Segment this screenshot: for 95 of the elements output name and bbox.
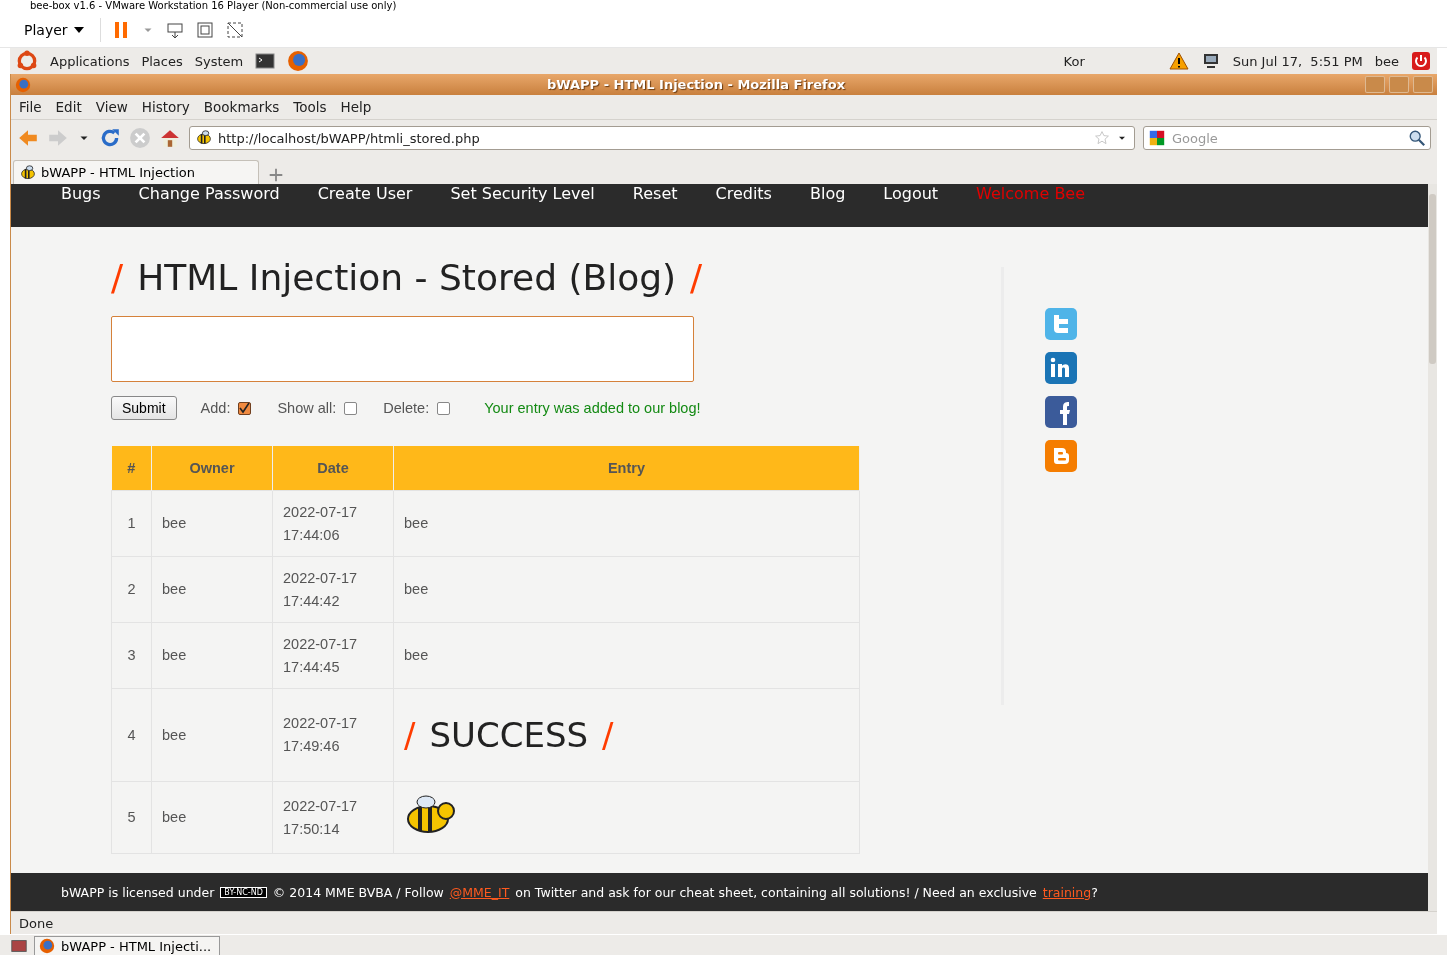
table-cell: bee: [151, 622, 273, 689]
table-cell: bee: [151, 781, 273, 854]
search-icon[interactable]: [1408, 129, 1426, 147]
menu-item[interactable]: File: [19, 99, 42, 115]
table-cell: 2022-07-17 17:44:45: [272, 622, 394, 689]
column-header: Entry: [393, 446, 860, 491]
bee-icon: [20, 164, 36, 181]
browser-window-title: bWAPP - HTML Injection - Mozilla Firefox: [545, 77, 847, 92]
star-icon[interactable]: [1094, 130, 1110, 146]
welcome-text: Welcome Bee: [976, 184, 1086, 203]
table-cell: 5: [111, 781, 152, 854]
firefox-icon: [15, 76, 31, 93]
checkbox[interactable]: [437, 401, 451, 415]
blogger-icon[interactable]: [1044, 439, 1078, 473]
footer-text: ?: [1091, 884, 1098, 900]
option-label: Add:: [200, 400, 231, 416]
terminal-icon[interactable]: [255, 51, 276, 71]
nav-link[interactable]: Bugs: [61, 184, 101, 203]
linkedin-icon[interactable]: [1044, 351, 1078, 385]
player-menu[interactable]: Player: [18, 21, 90, 38]
panel-menu[interactable]: Applications: [50, 53, 130, 69]
footer-text: bWAPP is licensed under: [61, 884, 215, 900]
firefox-icon[interactable]: [287, 50, 310, 72]
keyboard-indicator[interactable]: Kor: [1063, 53, 1085, 69]
nav-link[interactable]: Change Password: [138, 184, 280, 203]
menu-item[interactable]: Bookmarks: [203, 99, 280, 115]
new-tab-icon[interactable]: [267, 166, 285, 184]
facebook-icon[interactable]: [1044, 395, 1078, 429]
browser-tab[interactable]: bWAPP - HTML Injection: [13, 160, 259, 184]
checkbox[interactable]: [238, 401, 252, 415]
window-title: bee-box v1.6 - VMware Workstation 16 Player (Non-commercial use only): [30, 0, 397, 12]
training-link[interactable]: training: [1042, 884, 1092, 900]
ubuntu-logo-icon[interactable]: [16, 50, 38, 72]
menu-item[interactable]: View: [95, 99, 128, 115]
twitter-link[interactable]: @MME_IT: [449, 884, 510, 900]
table-cell: 3: [111, 622, 152, 689]
table-cell: 4: [111, 688, 152, 782]
slash-mark: /: [111, 257, 124, 298]
page-heading: HTML Injection - Stored (Blog): [137, 257, 677, 298]
option-label: Delete:: [383, 400, 430, 416]
column-header: Owner: [151, 446, 273, 491]
checkbox[interactable]: [344, 401, 358, 415]
power-icon[interactable]: [1411, 51, 1431, 71]
nav-link[interactable]: Credits: [715, 184, 772, 203]
table-cell: 2: [111, 556, 152, 623]
column-header: Date: [272, 446, 394, 491]
entry-text: bee: [404, 515, 429, 531]
menu-item[interactable]: History: [141, 99, 190, 115]
nav-link[interactable]: Logout: [883, 184, 939, 203]
reload-icon[interactable]: [99, 127, 121, 149]
footer-text: © 2014 MME BVBA / Follow: [272, 884, 444, 900]
table-cell: bee: [151, 490, 273, 557]
footer-text: on Twitter and ask for our cheat sheet, containing all solutions! / Need an exclusive: [515, 884, 1037, 900]
slash-mark: /: [690, 257, 703, 298]
taskbar-window[interactable]: bWAPP - HTML Injecti...: [34, 936, 220, 955]
table-cell: bee: [151, 688, 273, 782]
panel-menu[interactable]: System: [194, 53, 244, 69]
show-desktop-icon[interactable]: [10, 937, 28, 955]
table-cell: 2022-07-17 17:50:14: [272, 781, 394, 854]
table-cell: 2022-07-17 17:44:42: [272, 556, 394, 623]
scrollbar-thumb[interactable]: [1429, 194, 1436, 364]
nav-link[interactable]: Create User: [317, 184, 413, 203]
success-message: Your entry was added to our blog!: [484, 400, 701, 416]
entry-text: bee: [404, 647, 429, 663]
clock[interactable]: Sun Jul 17, 5:51 PM: [1232, 53, 1363, 69]
table-cell: 2022-07-17 17:49:46: [272, 688, 394, 782]
menu-item[interactable]: Edit: [55, 99, 82, 115]
menu-item[interactable]: Help: [340, 99, 372, 115]
twitter-icon[interactable]: [1044, 307, 1078, 341]
user-name[interactable]: bee: [1374, 53, 1399, 69]
bee-drawing: [404, 793, 456, 835]
entry-text: bee: [404, 581, 429, 597]
license-badge[interactable]: BY-NC-ND: [220, 886, 267, 898]
entry-field[interactable]: [111, 316, 694, 382]
nav-link[interactable]: Set Security Level: [450, 184, 595, 203]
table-cell: 1: [111, 490, 152, 557]
address-bar[interactable]: http://localhost/bWAPP/htmli_stored.php: [189, 126, 1135, 150]
firefox-icon: [39, 938, 55, 954]
table-cell: 2022-07-17 17:44:06: [272, 490, 394, 557]
fullscreen-icon[interactable]: [194, 19, 215, 40]
nav-link[interactable]: Blog: [809, 184, 846, 203]
panel-menu[interactable]: Places: [141, 53, 183, 69]
menu-item[interactable]: Tools: [293, 99, 327, 115]
bee-icon: [196, 130, 212, 146]
table-cell: bee: [151, 556, 273, 623]
google-logo-icon[interactable]: [1148, 129, 1166, 147]
option-label: Show all:: [277, 400, 337, 416]
nav-link[interactable]: Reset: [632, 184, 678, 203]
success-heading: SUCCESS: [429, 723, 589, 747]
search-box[interactable]: Google: [1143, 126, 1431, 150]
status-text: Done: [19, 915, 54, 931]
warning-icon[interactable]: [1168, 51, 1189, 71]
column-header: #: [111, 446, 152, 491]
caret-icon: [73, 26, 84, 33]
submit-button[interactable]: Submit: [111, 396, 177, 420]
